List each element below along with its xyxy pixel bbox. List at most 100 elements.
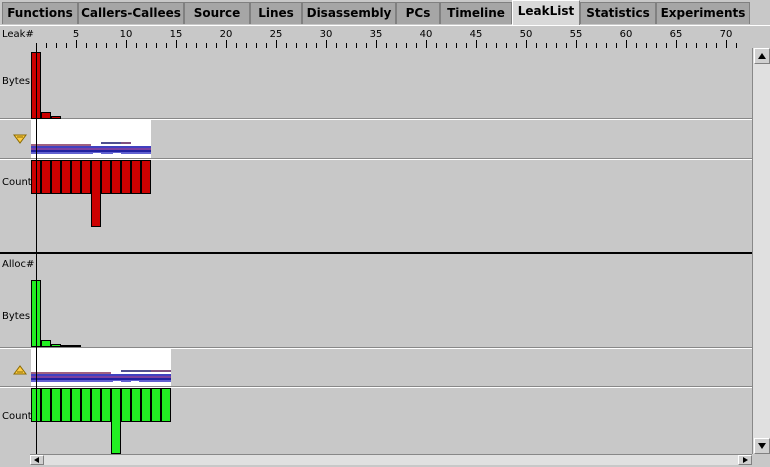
- leak-count-bar[interactable]: [131, 160, 141, 194]
- tab-leaklist[interactable]: LeakList: [512, 0, 580, 25]
- leak-count-bar[interactable]: [81, 160, 91, 194]
- leak-count-bar[interactable]: [111, 160, 121, 194]
- scroll-down-icon[interactable]: [754, 438, 770, 454]
- tab-experiments[interactable]: Experiments: [656, 2, 750, 24]
- leak-count-bar[interactable]: [41, 160, 51, 194]
- tab-functions[interactable]: Functions: [2, 2, 78, 24]
- ruler-tick: [736, 43, 737, 48]
- alloc-count-bar[interactable]: [131, 388, 141, 422]
- ruler-tick-label: 20: [219, 29, 233, 40]
- alloc-bytes-bar[interactable]: [41, 340, 51, 347]
- tab-statistics[interactable]: Statistics: [580, 2, 656, 24]
- ruler-tick: [196, 43, 197, 48]
- ruler-tick: [166, 43, 167, 48]
- ruler-tick: [316, 43, 317, 48]
- ruler-tick: [296, 43, 297, 48]
- leak-bytes-bar[interactable]: [41, 112, 51, 119]
- ruler-tick: [596, 43, 597, 48]
- ruler-tick: [556, 43, 557, 48]
- leak-number-ruler: Leak# 5 10 15 20 25 30 35 40 45 50 55 60 65 70: [0, 26, 752, 48]
- alloc-count-bar[interactable]: [151, 388, 161, 422]
- alloc-count-bar[interactable]: [141, 388, 151, 422]
- separator: [0, 347, 752, 348]
- alloc-count-bar[interactable]: [81, 388, 91, 422]
- alloc-count-bar[interactable]: [91, 388, 101, 422]
- alloc-count-bar[interactable]: [161, 388, 171, 422]
- scroll-left-icon[interactable]: [30, 455, 44, 465]
- leak-count-bar[interactable]: [91, 160, 101, 227]
- tab-disassembly[interactable]: Disassembly: [302, 2, 396, 24]
- tab-bar: Functions Callers-Callees Source Lines D…: [0, 0, 770, 26]
- alloc-count-bar[interactable]: [111, 388, 121, 454]
- leak-bytes-bar[interactable]: [51, 116, 61, 119]
- ruler-tick-label: 65: [669, 29, 683, 40]
- ruler-tick: [206, 43, 207, 48]
- ruler-tick-label: 15: [169, 29, 183, 40]
- ruler-tick: [336, 43, 337, 48]
- ruler-tick: [86, 43, 87, 48]
- vertical-scrollbar[interactable]: [752, 48, 770, 454]
- alloc-count-bar[interactable]: [71, 388, 81, 422]
- leak-filter-icon[interactable]: [13, 134, 27, 144]
- separator: [0, 118, 752, 119]
- scroll-up-icon[interactable]: [754, 48, 770, 64]
- ruler-tick: [666, 43, 667, 48]
- alloc-filter-icon[interactable]: [13, 365, 27, 375]
- separator: [0, 386, 752, 387]
- ruler-tick: [66, 43, 67, 48]
- leak-count-bar[interactable]: [101, 160, 111, 194]
- alloc-count-bar[interactable]: [121, 388, 131, 422]
- alloc-stack-display[interactable]: [31, 349, 171, 386]
- tab-source[interactable]: Source: [184, 2, 250, 24]
- ruler-tick: [476, 40, 477, 48]
- ruler-tick: [256, 43, 257, 48]
- ruler-tick-label: 45: [469, 29, 483, 40]
- ruler-tick: [716, 43, 717, 48]
- tab-pcs[interactable]: PCs: [396, 2, 440, 24]
- ruler-tick: [266, 43, 267, 48]
- alloc-bytes-bar[interactable]: [51, 344, 61, 347]
- ruler-tick: [76, 40, 77, 48]
- alloc-count-bar[interactable]: [61, 388, 71, 422]
- ruler-tick-label: 30: [319, 29, 333, 40]
- ruler-tick: [386, 43, 387, 48]
- ruler-tick: [56, 43, 57, 48]
- alloc-count-bar[interactable]: [101, 388, 111, 422]
- alloc-count-bar[interactable]: [41, 388, 51, 422]
- ruler-tick: [226, 40, 227, 48]
- ruler-tick: [306, 43, 307, 48]
- ruler-tick: [406, 43, 407, 48]
- leak-count-bar[interactable]: [61, 160, 71, 194]
- ruler-tick: [96, 43, 97, 48]
- ruler-tick-label: 60: [619, 29, 633, 40]
- tab-timeline[interactable]: Timeline: [440, 2, 512, 24]
- leak-stack-display[interactable]: [31, 120, 151, 158]
- ruler-tick-label: 55: [569, 29, 583, 40]
- ruler-tick: [246, 43, 247, 48]
- ruler-tick: [356, 43, 357, 48]
- ruler-tick: [136, 43, 137, 48]
- horizontal-scrollbar[interactable]: [30, 454, 752, 465]
- ruler-tick: [446, 43, 447, 48]
- ruler-tick: [636, 43, 637, 48]
- alloc-count-bar[interactable]: [51, 388, 61, 422]
- ruler-tick: [706, 43, 707, 48]
- tab-lines[interactable]: Lines: [250, 2, 302, 24]
- leak-count-bar[interactable]: [141, 160, 151, 194]
- ruler-tick: [656, 43, 657, 48]
- ruler-tick: [286, 43, 287, 48]
- tab-callers-callees[interactable]: Callers-Callees: [78, 2, 184, 24]
- ruler-tick: [186, 43, 187, 48]
- ruler-tick: [126, 40, 127, 48]
- leak-count-bar[interactable]: [71, 160, 81, 194]
- ruler-tick-label: 35: [369, 29, 383, 40]
- leak-count-bar[interactable]: [121, 160, 131, 194]
- ruler-tick: [416, 43, 417, 48]
- ruler-tick: [576, 40, 577, 48]
- ruler-tick-label: 5: [72, 29, 80, 40]
- alloc-bytes-bar[interactable]: [61, 345, 81, 347]
- ruler-tick: [106, 43, 107, 48]
- ruler-tick-label: 25: [269, 29, 283, 40]
- scroll-right-icon[interactable]: [738, 455, 752, 465]
- leak-count-bar[interactable]: [51, 160, 61, 194]
